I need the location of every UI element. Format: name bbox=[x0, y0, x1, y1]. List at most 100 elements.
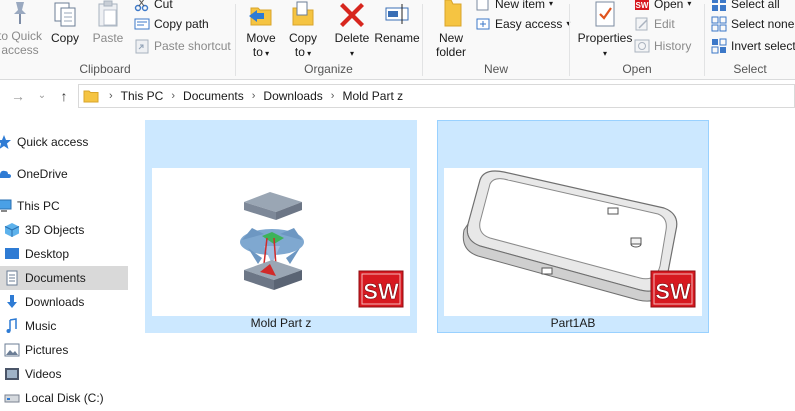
new-item-button[interactable]: New item ▾ bbox=[475, 0, 553, 14]
nav-item-this-pc[interactable]: This PC bbox=[0, 194, 124, 218]
music-icon bbox=[6, 318, 17, 333]
edit-label: Edit bbox=[654, 17, 675, 31]
nav-item-label: Quick access bbox=[17, 135, 89, 149]
delete-label: Delete bbox=[334, 31, 370, 45]
nav-item-label: Documents bbox=[25, 271, 86, 285]
scissors-icon bbox=[134, 0, 149, 12]
new-folder-button[interactable]: New folder bbox=[431, 0, 471, 59]
move-to-button[interactable]: Move to ▾ bbox=[244, 0, 278, 61]
paste-label: Paste bbox=[92, 31, 124, 45]
cut-label: Cut bbox=[154, 0, 173, 11]
copy-path-icon bbox=[134, 18, 150, 30]
breadcrumb-documents[interactable]: Documents bbox=[181, 89, 246, 103]
easy-access-button[interactable]: Easy access ▾ bbox=[475, 14, 570, 34]
delete-x-icon bbox=[340, 3, 364, 27]
new-folder-label: New bbox=[438, 31, 463, 45]
nav-item-videos[interactable]: Videos bbox=[4, 362, 132, 386]
open-group-label: Open bbox=[622, 62, 652, 76]
svg-text:SW: SW bbox=[636, 1, 649, 10]
dropdown-arrow-icon: ▾ bbox=[687, 0, 692, 8]
copy-button[interactable]: Copy bbox=[48, 0, 82, 45]
nav-item-desktop[interactable]: Desktop bbox=[4, 242, 132, 266]
breadcrumb-separator-icon: › bbox=[251, 90, 256, 102]
nav-item-label: Videos bbox=[25, 367, 62, 381]
nav-item-label: Local Disk (C:) bbox=[25, 391, 104, 405]
select-none-icon bbox=[711, 16, 727, 32]
copy-to-button[interactable]: Copy to ▾ bbox=[286, 0, 320, 61]
invert-selection-icon bbox=[711, 38, 727, 54]
select-all-icon bbox=[712, 0, 726, 11]
computer-icon bbox=[0, 199, 12, 212]
up-arrow-icon[interactable]: ↑ bbox=[56, 87, 72, 105]
file-thumbnail: SW bbox=[152, 168, 410, 316]
copy-path-button[interactable]: Copy path bbox=[134, 14, 209, 34]
nav-item-onedrive[interactable]: OneDrive bbox=[0, 162, 124, 186]
nav-item-downloads[interactable]: Downloads bbox=[4, 290, 132, 314]
back-arrow-icon[interactable]: → bbox=[10, 87, 26, 105]
file-tile-mold-part-z[interactable]: SW Mold Part z bbox=[145, 120, 417, 333]
breadcrumb-mold-part-z[interactable]: Mold Part z bbox=[340, 89, 405, 103]
copy-icon bbox=[54, 2, 76, 27]
nav-item-label: OneDrive bbox=[17, 167, 68, 181]
select-all-label: Select all bbox=[731, 0, 780, 11]
delete-button[interactable]: Delete ▾ bbox=[332, 0, 372, 61]
dropdown-arrow-icon: ▾ bbox=[602, 49, 607, 58]
pictures-icon bbox=[4, 343, 20, 357]
cube-icon bbox=[4, 223, 20, 237]
nav-item-3d-objects[interactable]: 3D Objects bbox=[4, 218, 132, 242]
easy-access-icon bbox=[476, 18, 490, 30]
breadcrumb-separator-icon: › bbox=[171, 90, 176, 102]
breadcrumb-this-pc[interactable]: This PC bbox=[119, 89, 166, 103]
cut-button[interactable]: Cut bbox=[134, 0, 173, 14]
rename-icon bbox=[385, 4, 409, 24]
select-none-label: Select none bbox=[731, 17, 795, 31]
recent-locations-chevron-icon[interactable]: ⌄ bbox=[34, 87, 50, 105]
invert-selection-label: Invert selecti bbox=[731, 39, 795, 53]
folder-icon bbox=[83, 90, 99, 103]
dropdown-arrow-icon: ▾ bbox=[549, 0, 554, 8]
history-button[interactable]: History bbox=[634, 36, 691, 56]
move-to-label: Move bbox=[246, 31, 276, 45]
edit-icon bbox=[635, 17, 648, 31]
nav-item-label: 3D Objects bbox=[25, 223, 85, 237]
clipboard-group-label: Clipboard bbox=[79, 62, 131, 76]
copy-to-icon bbox=[292, 1, 314, 26]
new-folder-label-2: folder bbox=[435, 45, 467, 59]
file-tile-part1ab[interactable]: SW Part1AB bbox=[437, 120, 709, 333]
breadcrumb-downloads[interactable]: Downloads bbox=[261, 89, 324, 103]
clipboard-group: Copy Paste Cut Copy path Paste shortcut … bbox=[0, 0, 231, 80]
nav-item-quick-access[interactable]: Quick access bbox=[0, 130, 124, 154]
move-to-label-2: to bbox=[252, 45, 263, 59]
rename-button[interactable]: Rename bbox=[374, 0, 420, 45]
organize-group-label: Organize bbox=[304, 62, 353, 76]
nav-item-local-disk[interactable]: Local Disk (C:) bbox=[4, 386, 132, 410]
new-group: New folder New item▾ Easy access ▾ New bbox=[423, 0, 570, 80]
edit-button[interactable]: Edit bbox=[634, 14, 675, 34]
open-label: Open bbox=[654, 0, 684, 11]
solidworks-icon: SW bbox=[635, 0, 649, 10]
open-group: Properties ▾ SW Open ▾ Edit History Open bbox=[570, 0, 704, 80]
invert-selection-button[interactable]: Invert selecti bbox=[711, 36, 795, 56]
nav-item-label: Desktop bbox=[25, 247, 70, 261]
star-icon bbox=[0, 135, 11, 149]
move-to-icon bbox=[249, 7, 272, 26]
copy-label: Copy bbox=[50, 31, 79, 45]
nav-item-label: Pictures bbox=[25, 343, 69, 357]
nav-item-label: Downloads bbox=[25, 295, 85, 309]
nav-item-music[interactable]: Music bbox=[4, 314, 132, 338]
paste-shortcut-label: Paste shortcut bbox=[154, 39, 231, 53]
solidworks-icon: SW bbox=[358, 270, 404, 308]
document-icon bbox=[6, 270, 18, 286]
new-item-icon bbox=[476, 0, 489, 11]
properties-button[interactable]: Properties ▾ bbox=[576, 0, 634, 61]
open-button[interactable]: SW Open ▾ bbox=[634, 0, 691, 14]
nav-item-pictures[interactable]: Pictures bbox=[4, 338, 132, 362]
nav-item-documents[interactable]: Documents bbox=[0, 266, 128, 290]
paste-shortcut-button[interactable]: Paste shortcut bbox=[134, 36, 231, 56]
paste-button[interactable]: Paste bbox=[90, 0, 126, 45]
breadcrumb-separator-icon: › bbox=[330, 90, 335, 102]
select-none-button[interactable]: Select none bbox=[711, 14, 794, 34]
address-bar[interactable]: › This PC › Documents › Downloads › Mold… bbox=[78, 84, 795, 108]
select-all-button[interactable]: Select all bbox=[711, 0, 780, 14]
paste-icon bbox=[98, 0, 118, 27]
